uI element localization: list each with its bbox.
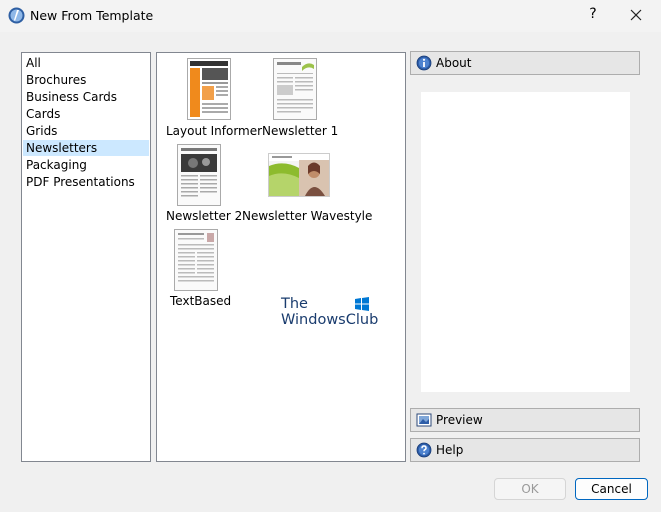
category-packaging[interactable]: Packaging — [23, 157, 149, 173]
category-brochures[interactable]: Brochures — [23, 72, 149, 88]
title-bar: New From Template ? — [0, 0, 661, 32]
category-newsletters[interactable]: Newsletters — [23, 140, 149, 156]
windows-logo-icon — [355, 297, 369, 311]
help-question-icon — [416, 442, 432, 458]
category-all[interactable]: All — [23, 55, 149, 71]
category-cards[interactable]: Cards — [23, 106, 149, 122]
template-grid: Layout Informer Newsletter 1 Newsletter … — [156, 52, 406, 462]
template-thumb-textbased[interactable] — [174, 229, 218, 291]
template-label-newsletter-2[interactable]: Newsletter 2 — [166, 209, 242, 223]
watermark: The WindowsClub — [281, 296, 378, 328]
category-business-cards[interactable]: Business Cards — [23, 89, 149, 105]
category-pdf-presentations[interactable]: PDF Presentations — [23, 174, 149, 190]
category-list[interactable]: All Brochures Business Cards Cards Grids… — [21, 52, 151, 462]
template-thumb-newsletter-1[interactable] — [273, 58, 317, 120]
preview-button[interactable]: Preview — [410, 408, 640, 432]
about-button[interactable]: About — [410, 51, 640, 75]
help-icon[interactable]: ? — [584, 6, 602, 22]
template-label-textbased[interactable]: TextBased — [170, 294, 231, 308]
app-logo-icon — [8, 7, 25, 24]
help-label: Help — [436, 443, 464, 457]
template-thumb-newsletter-wavestyle[interactable] — [268, 153, 330, 197]
template-label-layout-informer[interactable]: Layout Informer — [166, 124, 262, 138]
preview-label: Preview — [436, 413, 483, 427]
template-thumb-layout-informer[interactable] — [187, 58, 231, 120]
info-icon — [416, 55, 432, 71]
watermark-line-2: WindowsClub — [281, 312, 379, 328]
template-label-newsletter-1[interactable]: Newsletter 1 — [262, 124, 338, 138]
image-preview-icon — [416, 413, 432, 427]
about-label: About — [436, 56, 472, 70]
help-button[interactable]: Help — [410, 438, 640, 462]
template-thumb-newsletter-2[interactable] — [177, 144, 221, 206]
close-icon[interactable] — [626, 5, 646, 25]
cancel-button[interactable]: Cancel — [575, 478, 648, 500]
template-label-newsletter-wavestyle[interactable]: Newsletter Wavestyle — [242, 209, 372, 223]
template-preview-area — [421, 92, 630, 392]
category-grids[interactable]: Grids — [23, 123, 149, 139]
ok-button[interactable]: OK — [494, 478, 566, 500]
window-title: New From Template — [30, 8, 154, 23]
